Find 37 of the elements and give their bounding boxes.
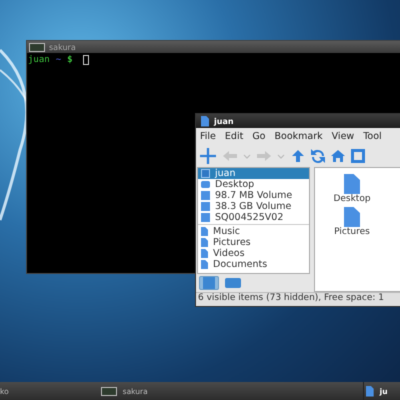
folder-tree-button[interactable] xyxy=(223,276,243,290)
file-label[interactable]: Pictures xyxy=(334,227,370,237)
window-title: sakura xyxy=(49,42,76,52)
prompt-sign: $ xyxy=(67,55,73,65)
sidebar-item[interactable]: Pictures xyxy=(198,237,309,248)
sidebar-item[interactable]: juan xyxy=(198,168,309,179)
menu-item[interactable]: Edit xyxy=(224,131,244,142)
sidebar-item[interactable]: Music xyxy=(198,226,309,237)
sidebar-item[interactable]: Documents xyxy=(198,259,309,270)
file-label[interactable]: Desktop xyxy=(333,194,371,204)
menu-item[interactable]: Go xyxy=(252,131,266,142)
menu-item[interactable]: File xyxy=(200,131,216,142)
prompt-path: ~ xyxy=(56,55,62,65)
sidebar-item[interactable]: Desktop xyxy=(198,179,309,190)
menu-item[interactable]: Tool xyxy=(363,131,382,142)
desktop-icon xyxy=(201,181,210,188)
sidebar-item[interactable]: 38.3 GB Volume xyxy=(198,201,309,212)
sidebar-item[interactable]: Videos xyxy=(198,248,309,259)
terminal-icon xyxy=(29,42,45,52)
folder-icon xyxy=(201,116,209,126)
window-title: juan xyxy=(214,116,234,126)
view-icon[interactable] xyxy=(351,149,365,163)
home-icon[interactable] xyxy=(331,149,345,163)
folder-icon[interactable] xyxy=(344,207,360,227)
folder-icon[interactable] xyxy=(344,174,360,194)
prompt-user: juan xyxy=(28,55,50,65)
places-button[interactable] xyxy=(199,276,219,290)
plus-icon[interactable] xyxy=(199,148,217,164)
text-cursor xyxy=(82,55,89,65)
menu-item[interactable]: View xyxy=(332,131,354,142)
sidebar-item[interactable]: 98.7 MB Volume xyxy=(198,190,309,201)
up-arrow-icon[interactable] xyxy=(291,149,305,163)
sidebar-item[interactable]: SQ004525V02 xyxy=(198,212,309,223)
home-icon xyxy=(201,169,210,178)
reload-icon[interactable] xyxy=(311,149,325,163)
menu-item[interactable]: Bookmark xyxy=(274,131,323,142)
status-text: 6 visible items (73 hidden), Free space: 1 xyxy=(198,293,384,303)
